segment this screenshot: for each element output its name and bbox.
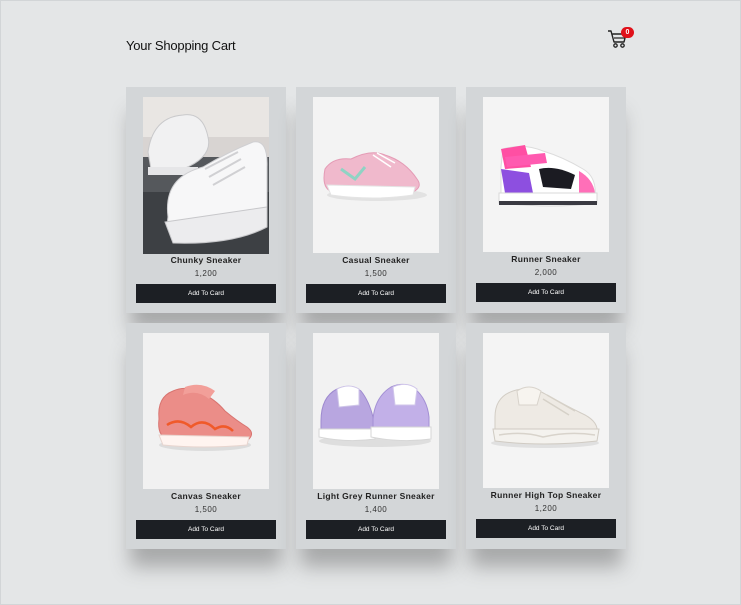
page: Your Shopping Cart 0 Chunky Sneaker 1,20… bbox=[0, 0, 741, 605]
page-title: Your Shopping Cart bbox=[126, 38, 236, 53]
product-image[interactable] bbox=[313, 97, 439, 253]
add-to-cart-button[interactable]: Add To Card bbox=[136, 284, 276, 303]
product-card: Runner Sneaker 2,000 Add To Card bbox=[466, 87, 626, 313]
product-card: Casual Sneaker 1,500 Add To Card bbox=[296, 87, 456, 313]
product-name: Chunky Sneaker bbox=[170, 255, 242, 265]
product-image[interactable] bbox=[143, 97, 269, 254]
cart-count-badge: 0 bbox=[621, 27, 634, 38]
product-image[interactable] bbox=[313, 333, 439, 489]
pink-casual-sneaker-image bbox=[313, 97, 439, 253]
product-price: 2,000 bbox=[534, 268, 558, 277]
add-to-cart-button[interactable]: Add To Card bbox=[306, 284, 446, 303]
product-name: Canvas Sneaker bbox=[171, 491, 241, 501]
white-chunky-sneaker-image bbox=[143, 97, 269, 254]
add-to-cart-button[interactable]: Add To Card bbox=[136, 520, 276, 539]
cream-runner-sneaker-image bbox=[483, 333, 609, 488]
product-image[interactable] bbox=[483, 97, 609, 252]
product-name: Runner Sneaker bbox=[511, 254, 581, 264]
product-name: Casual Sneaker bbox=[342, 255, 410, 265]
cart-button[interactable]: 0 bbox=[607, 27, 639, 49]
product-price: 1,500 bbox=[194, 505, 218, 514]
add-to-cart-button[interactable]: Add To Card bbox=[476, 519, 616, 538]
product-price: 1,200 bbox=[194, 269, 218, 278]
add-to-cart-button[interactable]: Add To Card bbox=[476, 283, 616, 302]
pink-purple-high-top-sneaker-image bbox=[483, 97, 609, 252]
product-card: Chunky Sneaker 1,200 Add To Card bbox=[126, 87, 286, 313]
add-to-cart-button[interactable]: Add To Card bbox=[306, 520, 446, 539]
product-price: 1,400 bbox=[364, 505, 388, 514]
lavender-sneaker-pair-image bbox=[313, 333, 439, 489]
product-card: Canvas Sneaker 1,500 Add To Card bbox=[126, 323, 286, 549]
product-card: Light Grey Runner Sneaker 1,400 Add To C… bbox=[296, 323, 456, 549]
product-name: Light Grey Runner Sneaker bbox=[317, 491, 435, 501]
product-card: Runner High Top Sneaker 1,200 Add To Car… bbox=[466, 323, 626, 549]
product-price: 1,500 bbox=[364, 269, 388, 278]
product-image[interactable] bbox=[483, 333, 609, 488]
product-image[interactable] bbox=[143, 333, 269, 489]
product-price: 1,200 bbox=[534, 504, 558, 513]
product-grid: Chunky Sneaker 1,200 Add To Card Casual … bbox=[126, 87, 626, 549]
product-name: Runner High Top Sneaker bbox=[490, 490, 602, 500]
coral-knit-sneaker-image bbox=[143, 333, 269, 489]
